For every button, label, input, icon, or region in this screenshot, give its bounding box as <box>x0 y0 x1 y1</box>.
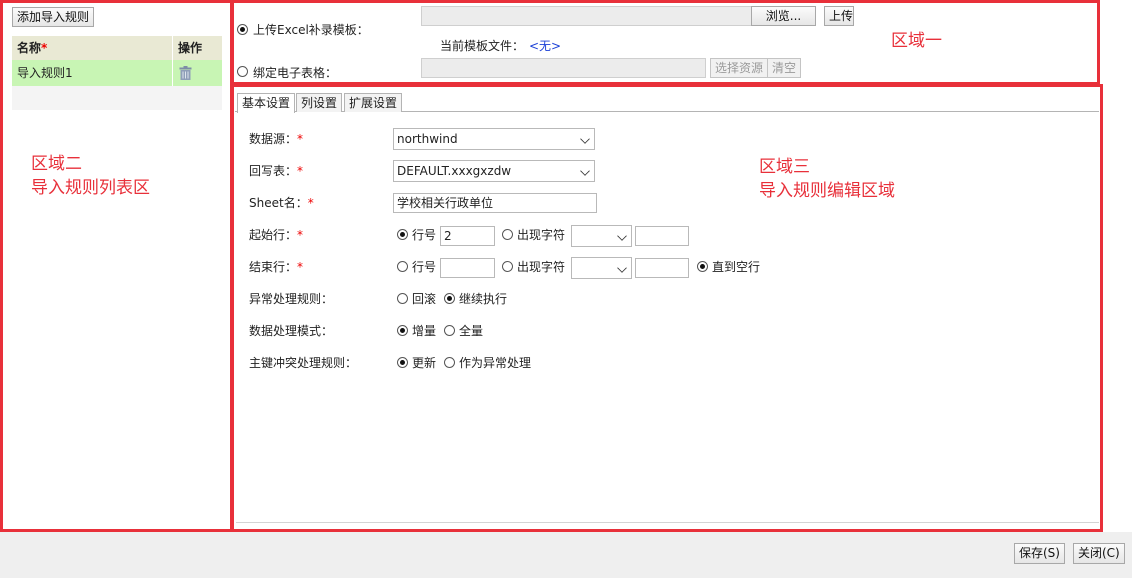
trash-icon[interactable] <box>179 66 192 80</box>
incremental-radio[interactable] <box>397 325 408 336</box>
sheet-name-input[interactable]: 学校相关行政单位 <box>393 193 597 213</box>
rule-name: 导入规则1 <box>17 66 73 80</box>
continue-label: 继续执行 <box>459 292 508 306</box>
tab-extended-settings[interactable]: 扩展设置 <box>344 93 403 112</box>
start-row-number-input[interactable]: 2 <box>440 226 495 246</box>
start-row-char-radio[interactable] <box>502 229 513 240</box>
end-row-char-select[interactable] <box>571 257 632 279</box>
until-empty-row-label: 直到空行 <box>712 260 761 274</box>
start-row-label: 起始行：* <box>249 228 304 242</box>
end-row-number-radio[interactable] <box>397 261 408 272</box>
upload-file-path-input[interactable] <box>421 6 752 26</box>
rule-table: 名称* 操作 导入规则1 <box>12 36 222 110</box>
tab-basic-settings[interactable]: 基本设置 <box>237 93 296 113</box>
chevron-down-icon <box>580 134 590 144</box>
update-label: 更新 <box>412 356 437 370</box>
close-button[interactable]: 关闭(C) <box>1073 543 1125 564</box>
upload-button[interactable]: 上传 <box>824 6 854 26</box>
tab-column-settings[interactable]: 列设置 <box>296 93 343 112</box>
full-label: 全量 <box>459 324 484 338</box>
edit-area-bottom-line <box>236 522 1099 523</box>
writeback-table-label: 回写表：* <box>249 164 304 178</box>
key-conflict-label: 主键冲突处理规则： <box>249 356 358 370</box>
start-row-number-radio[interactable] <box>397 229 408 240</box>
upload-template-label: 上传Excel补录模板： <box>253 23 369 37</box>
rollback-radio[interactable] <box>397 293 408 304</box>
start-row-number-label: 行号 <box>412 228 437 242</box>
upload-template-radio[interactable] <box>237 24 248 35</box>
rollback-label: 回滚 <box>412 292 437 306</box>
bind-spreadsheet-radio[interactable] <box>237 66 248 77</box>
full-radio[interactable] <box>444 325 455 336</box>
column-header-action: 操作 <box>178 41 203 55</box>
area-one-annotation: 区域一 <box>891 31 942 51</box>
end-row-char-label: 出现字符 <box>517 260 566 274</box>
column-header-name: 名称* <box>17 41 48 55</box>
processing-mode-label: 数据处理模式： <box>249 324 334 338</box>
end-row-number-input[interactable] <box>440 258 495 278</box>
area-two-annotation-desc: 导入规则列表区 <box>31 178 150 198</box>
chevron-down-icon <box>580 166 590 176</box>
table-row[interactable]: 导入规则1 <box>12 60 222 86</box>
bound-spreadsheet-input[interactable] <box>421 58 706 78</box>
incremental-label: 增量 <box>412 324 437 338</box>
until-empty-row-radio[interactable] <box>697 261 708 272</box>
current-template-label: 当前模板文件： <box>440 39 525 53</box>
bind-spreadsheet-label: 绑定电子表格： <box>253 66 338 80</box>
start-row-char-select[interactable] <box>571 225 632 247</box>
end-row-char-radio[interactable] <box>502 261 513 272</box>
area-two-annotation-title: 区域二 <box>31 154 82 174</box>
end-row-number-label: 行号 <box>412 260 437 274</box>
exception-rule-label: 异常处理规则： <box>249 292 334 306</box>
rule-table-header: 名称* 操作 <box>12 36 222 60</box>
browse-button[interactable]: 浏览... <box>751 6 816 26</box>
area-three-annotation-title: 区域三 <box>759 157 810 177</box>
writeback-table-select[interactable]: DEFAULT.xxxgxzdw <box>393 160 595 182</box>
continue-radio[interactable] <box>444 293 455 304</box>
datasource-select[interactable]: northwind <box>393 128 595 150</box>
footer-bar <box>0 532 1132 578</box>
update-radio[interactable] <box>397 357 408 368</box>
start-row-char-label: 出现字符 <box>517 228 566 242</box>
start-row-char-input[interactable] <box>635 226 689 246</box>
clear-button[interactable]: 清空 <box>767 58 802 78</box>
area-three-box <box>231 84 1103 532</box>
sheet-name-label: Sheet名：* <box>249 196 314 210</box>
as-exception-label: 作为异常处理 <box>459 356 532 370</box>
chevron-down-icon <box>617 263 627 273</box>
add-import-rule-button[interactable]: 添加导入规则 <box>12 7 95 27</box>
select-resource-button[interactable]: 选择资源 <box>710 58 769 78</box>
area-three-annotation-desc: 导入规则编辑区域 <box>759 181 895 201</box>
chevron-down-icon <box>617 231 627 241</box>
end-row-char-input[interactable] <box>635 258 689 278</box>
datasource-label: 数据源：* <box>249 132 304 146</box>
end-row-label: 结束行：* <box>249 260 304 274</box>
save-button[interactable]: 保存(S) <box>1014 543 1065 564</box>
as-exception-radio[interactable] <box>444 357 455 368</box>
current-template-value[interactable]: <无> <box>529 38 561 54</box>
